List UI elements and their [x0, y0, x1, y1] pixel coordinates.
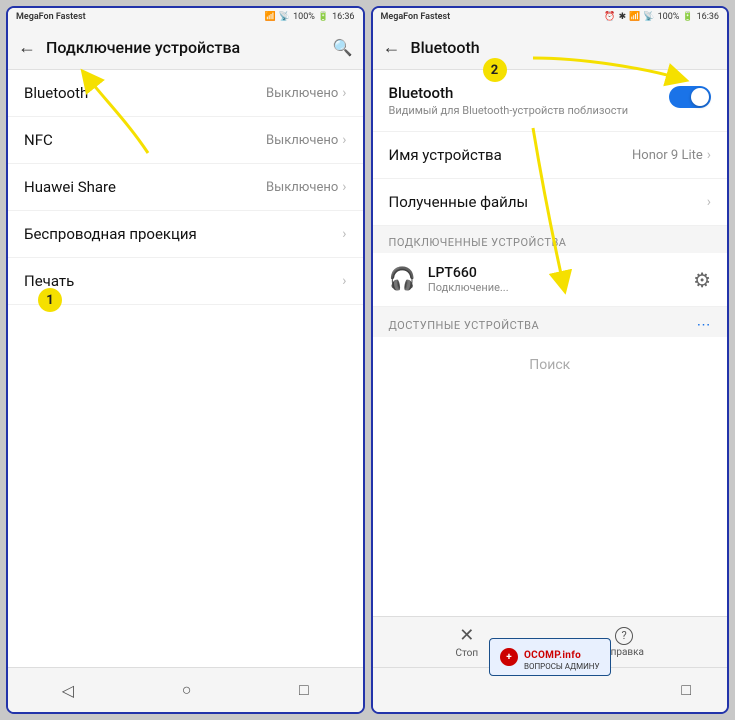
- bluetooth-toggle-text: Bluetooth Видимый для Bluetooth-устройст…: [389, 84, 629, 117]
- page-title-left: Подключение устройства: [46, 38, 323, 57]
- status-bar-left: MegaFon Fastest 📶 📡 100% 🔋 16:36: [8, 8, 363, 26]
- header-left: ← Подключение устройства 🔍: [8, 26, 363, 70]
- chevron-print: ›: [342, 273, 346, 289]
- setting-value-huawei-share: Выключено ›: [266, 179, 346, 195]
- left-phone: 1 MegaFon Fastest 📶 📡 100% 🔋 16:36 ← Под…: [6, 6, 365, 714]
- search-button-left[interactable]: 🔍: [333, 38, 353, 57]
- chevron-wireless: ›: [342, 226, 346, 242]
- setting-value-print: ›: [342, 273, 346, 289]
- device-name-lpt660: LPT660: [428, 265, 681, 281]
- back-button-left[interactable]: ←: [18, 37, 36, 58]
- carrier-left: MegaFon Fastest: [16, 12, 86, 22]
- page-title-right: Bluetooth: [411, 38, 718, 57]
- received-files-label: Полученные файлы: [389, 193, 529, 211]
- loading-indicator: ⋯: [697, 317, 712, 333]
- setting-value-bluetooth: Выключено ›: [266, 85, 346, 101]
- received-files-row[interactable]: Полученные файлы ›: [373, 179, 728, 226]
- setting-label-print: Печать: [24, 272, 74, 290]
- bt-icon: ✱: [619, 12, 627, 22]
- recent-nav-right[interactable]: □: [665, 676, 707, 704]
- home-nav-left[interactable]: ○: [166, 676, 208, 704]
- value-text-nfc: Выключено: [266, 133, 338, 148]
- bluetooth-toggle-switch[interactable]: [669, 86, 711, 108]
- device-name-text: Honor 9 Lite: [632, 148, 703, 163]
- status-right-right: ⏰ ✱ 📶 📡 100% 🔋 16:36: [604, 12, 719, 22]
- setting-huawei-share[interactable]: Huawei Share Выключено ›: [8, 164, 363, 211]
- stop-icon: ✕: [459, 625, 474, 646]
- value-text-huawei-share: Выключено: [266, 180, 338, 195]
- connected-devices-header: ПОДКЛЮЧЕННЫЕ УСТРОЙСТВА: [373, 226, 728, 253]
- device-name-row[interactable]: Имя устройства Honor 9 Lite ›: [373, 132, 728, 179]
- chevron-device-name: ›: [707, 147, 711, 163]
- setting-label-bluetooth: Bluetooth: [24, 84, 88, 102]
- device-name-value: Honor 9 Lite ›: [632, 147, 711, 163]
- chevron-bluetooth: ›: [342, 85, 346, 101]
- back-button-right[interactable]: ←: [383, 37, 401, 58]
- help-label: Справка: [604, 647, 644, 658]
- action-bar-right: ✕ Стоп ? Справка: [373, 616, 728, 667]
- right-phone: 2 MegaFon Fastest ⏰ ✱ 📶 📡 100% 🔋 16:36 ←…: [371, 6, 730, 714]
- status-right-left: 📶 📡 100% 🔋 16:36: [265, 12, 355, 22]
- setting-wireless-projection[interactable]: Беспроводная проекция ›: [8, 211, 363, 258]
- carrier-right: MegaFon Fastest: [381, 12, 451, 22]
- chevron-huawei-share: ›: [342, 179, 346, 195]
- wifi-icon: 📡: [279, 12, 290, 22]
- recent-nav-left[interactable]: □: [283, 676, 325, 704]
- setting-label-nfc: NFC: [24, 131, 53, 149]
- available-title: ДОСТУПНЫЕ УСТРОЙСТВА: [389, 319, 540, 332]
- bottom-nav-right: □: [373, 667, 728, 712]
- device-name-label: Имя устройства: [389, 146, 502, 164]
- signal-icon-right: 📶: [629, 12, 640, 22]
- setting-nfc[interactable]: NFC Выключено ›: [8, 117, 363, 164]
- search-label: Поиск: [373, 337, 728, 393]
- header-right: ← Bluetooth: [373, 26, 728, 70]
- wifi-icon-right: 📡: [643, 12, 654, 22]
- battery-icon: 🔋: [318, 12, 329, 22]
- alarm-icon: ⏰: [604, 12, 615, 22]
- device-info: LPT660 Подключение...: [428, 265, 681, 294]
- bottom-nav-left: ◁ ○ □: [8, 667, 363, 712]
- setting-bluetooth[interactable]: Bluetooth Выключено ›: [8, 70, 363, 117]
- back-nav-left[interactable]: ◁: [46, 677, 90, 704]
- setting-value-nfc: Выключено ›: [266, 132, 346, 148]
- stop-action[interactable]: ✕ Стоп: [456, 625, 479, 659]
- help-icon: ?: [615, 627, 633, 645]
- status-bar-right: MegaFon Fastest ⏰ ✱ 📶 📡 100% 🔋 16:36: [373, 8, 728, 26]
- value-text-bluetooth: Выключено: [266, 86, 338, 101]
- available-devices-header: ДОСТУПНЫЕ УСТРОЙСТВА ⋯: [373, 307, 728, 337]
- setting-value-wireless: ›: [342, 226, 346, 242]
- headphone-icon: 🎧: [389, 267, 416, 292]
- toggle-knob: [691, 88, 709, 106]
- stop-label: Стоп: [456, 648, 479, 659]
- device-gear-icon[interactable]: ⚙: [693, 268, 711, 292]
- bluetooth-description: Видимый для Bluetooth-устройств поблизос…: [389, 104, 629, 117]
- connected-device-item[interactable]: 🎧 LPT660 Подключение... ⚙: [373, 253, 728, 307]
- battery-right: 100%: [658, 12, 680, 22]
- setting-print[interactable]: Печать ›: [8, 258, 363, 305]
- chevron-received-files: ›: [707, 194, 711, 210]
- settings-list-left: Bluetooth Выключено › NFC Выключено › Hu…: [8, 70, 363, 667]
- bluetooth-section: Bluetooth Видимый для Bluetooth-устройст…: [373, 70, 728, 616]
- time-left: 16:36: [332, 12, 354, 22]
- battery-left: 100%: [293, 12, 315, 22]
- bluetooth-toggle-row[interactable]: Bluetooth Видимый для Bluetooth-устройст…: [373, 70, 728, 132]
- device-status-lpt660: Подключение...: [428, 281, 681, 294]
- battery-icon-right: 🔋: [682, 12, 693, 22]
- bluetooth-label: Bluetooth: [389, 84, 629, 102]
- setting-label-huawei-share: Huawei Share: [24, 178, 116, 196]
- help-action[interactable]: ? Справка: [604, 627, 644, 658]
- time-right: 16:36: [697, 12, 719, 22]
- setting-label-wireless: Беспроводная проекция: [24, 225, 197, 243]
- signal-icon: 📶: [265, 12, 276, 22]
- received-files-value: ›: [707, 194, 711, 210]
- chevron-nfc: ›: [342, 132, 346, 148]
